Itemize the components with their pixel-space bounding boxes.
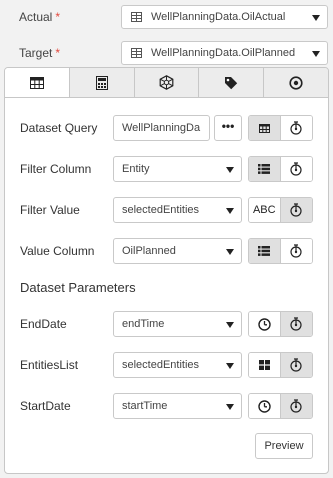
hexagon-network-icon: [159, 75, 174, 90]
tab-target[interactable]: [264, 68, 328, 97]
list-mode-button[interactable]: [249, 157, 281, 181]
required-marker: *: [55, 46, 61, 60]
dataset-query-value: WellPlanningDa: [122, 122, 201, 134]
filter-column-value: Entity: [122, 163, 150, 175]
param-mode-toggle: [248, 311, 313, 337]
param-label: StartDate: [20, 399, 71, 413]
filter-column-label: Filter Column: [20, 162, 92, 176]
value-column-label: Value Column: [20, 244, 95, 258]
variable-mode-button[interactable]: [280, 239, 312, 263]
variable-pin-icon: [290, 399, 302, 413]
param-row-entitieslist: EntitiesList selectedEntities: [5, 352, 328, 378]
text-mode-button[interactable]: ABC: [249, 198, 281, 222]
tab-table[interactable]: [5, 68, 70, 97]
param-value: selectedEntities: [122, 359, 200, 371]
param-select-enddate[interactable]: endTime: [113, 311, 242, 337]
chevron-down-icon: [312, 15, 320, 21]
chevron-down-icon: [226, 363, 234, 369]
tab-calculator[interactable]: [69, 68, 135, 97]
tag-icon: [225, 76, 238, 89]
param-label: EntitiesList: [20, 358, 79, 372]
list-icon: [258, 246, 271, 256]
param-select-entitieslist[interactable]: selectedEntities: [113, 352, 242, 378]
variable-pin-icon: [290, 358, 302, 372]
list-icon: [258, 164, 271, 174]
clock-icon: [258, 317, 271, 331]
variable-mode-button[interactable]: [280, 312, 312, 336]
variable-mode-button[interactable]: [280, 198, 312, 222]
list-mode-button[interactable]: [249, 239, 281, 263]
target-icon: [289, 75, 303, 90]
table-icon: [131, 12, 142, 22]
variable-mode-button[interactable]: [280, 394, 312, 418]
variable-mode-button[interactable]: [280, 157, 312, 181]
chevron-down-icon: [226, 404, 234, 410]
filter-column-mode-toggle: [248, 156, 313, 182]
filter-value-label: Filter Value: [20, 203, 80, 217]
param-mode-toggle: [248, 352, 313, 378]
param-value: endTime: [122, 318, 165, 330]
dataset-config-panel: Dataset Query WellPlanningDa ••• Filter …: [4, 67, 329, 474]
actual-select[interactable]: WellPlanningData.OilActual: [121, 5, 328, 29]
grid-mode-button[interactable]: [249, 353, 281, 377]
variable-pin-icon: [290, 203, 302, 217]
target-label: Target *: [19, 46, 61, 60]
dataset-parameters-title: Dataset Parameters: [20, 280, 136, 295]
param-mode-toggle: [248, 393, 313, 419]
variable-mode-button[interactable]: [280, 353, 312, 377]
actual-value: WellPlanningData.OilActual: [151, 11, 286, 23]
param-row-startdate: StartDate startTime: [5, 393, 328, 419]
filter-column-row: Filter Column Entity: [5, 156, 328, 182]
chevron-down-icon: [226, 249, 234, 255]
date-mode-button[interactable]: [249, 312, 281, 336]
table-icon: [29, 76, 44, 89]
variable-pin-icon: [290, 162, 302, 176]
actual-field-row: Actual * WellPlanningData.OilActual: [0, 5, 333, 29]
chevron-down-icon: [226, 208, 234, 214]
chevron-down-icon: [226, 322, 234, 328]
tab-tag[interactable]: [199, 68, 265, 97]
dataset-query-label: Dataset Query: [20, 121, 98, 135]
variable-pin-icon: [290, 121, 302, 135]
more-options-button[interactable]: •••: [214, 115, 242, 141]
required-marker: *: [55, 10, 61, 24]
filter-value-select[interactable]: selectedEntities: [113, 197, 242, 223]
filter-value-row: Filter Value selectedEntities ABC: [5, 197, 328, 223]
value-column-select[interactable]: OilPlanned: [113, 238, 242, 264]
table-icon: [131, 48, 142, 58]
chevron-down-icon: [226, 167, 234, 173]
calculator-icon: [95, 75, 108, 90]
dataset-query-mode-toggle: [248, 115, 313, 141]
filter-column-select[interactable]: Entity: [113, 156, 242, 182]
table-icon: [258, 123, 270, 133]
variable-mode-button[interactable]: [280, 116, 312, 140]
variable-pin-icon: [290, 244, 302, 258]
table-mode-button[interactable]: [249, 116, 281, 140]
value-column-mode-toggle: [248, 238, 313, 264]
dataset-query-row: Dataset Query WellPlanningDa •••: [5, 115, 328, 141]
date-mode-button[interactable]: [249, 394, 281, 418]
value-column-row: Value Column OilPlanned: [5, 238, 328, 264]
target-field-row: Target * WellPlanningData.OilPlanned: [0, 41, 333, 65]
param-row-enddate: EndDate endTime: [5, 311, 328, 337]
text-mode-label: ABC: [252, 204, 276, 216]
actual-label: Actual *: [19, 10, 61, 24]
dataset-query-input[interactable]: WellPlanningDa: [113, 115, 210, 141]
param-value: startTime: [122, 400, 168, 412]
value-column-value: OilPlanned: [122, 245, 176, 257]
param-label: EndDate: [20, 317, 67, 331]
grid-icon: [258, 360, 270, 370]
target-value: WellPlanningData.OilPlanned: [151, 47, 296, 59]
tab-bar: [5, 68, 328, 98]
preview-button[interactable]: Preview: [255, 433, 313, 459]
filter-value-value: selectedEntities: [122, 204, 200, 216]
variable-pin-icon: [290, 317, 302, 331]
param-select-startdate[interactable]: startTime: [113, 393, 242, 419]
filter-value-mode-toggle: ABC: [248, 197, 313, 223]
target-select[interactable]: WellPlanningData.OilPlanned: [121, 41, 328, 65]
chevron-down-icon: [312, 51, 320, 57]
tab-network[interactable]: [134, 68, 200, 97]
clock-icon: [258, 399, 271, 413]
